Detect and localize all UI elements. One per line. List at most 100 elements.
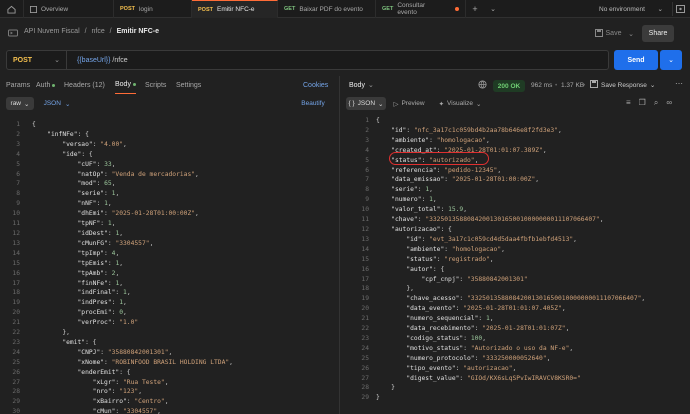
url-bar: POST ⌄ {{baseUrl}} /nfce bbox=[6, 50, 609, 70]
code-token: , bbox=[126, 289, 131, 297]
copy-icon[interactable]: ❐ bbox=[639, 98, 646, 108]
globe-icon[interactable] bbox=[478, 80, 487, 91]
code-token: , bbox=[569, 344, 574, 352]
code-token: : bbox=[100, 348, 108, 356]
save-response-button[interactable]: Save Response ⌄ bbox=[590, 80, 655, 90]
code-line: "data_emissao": "2025-01-28T01:00:00Z", bbox=[376, 175, 645, 185]
code-token: , bbox=[558, 126, 562, 134]
line-number: 11 bbox=[361, 216, 369, 224]
code-line: "xLgr": "Rua Teste", bbox=[32, 378, 233, 388]
chevron-down-icon: ⌄ bbox=[54, 57, 60, 64]
cookies-link[interactable]: Cookies bbox=[303, 76, 328, 94]
breadcrumb-collection[interactable]: API Nuvem Fiscal bbox=[24, 28, 80, 35]
code-line: "status": "registrado", bbox=[376, 255, 645, 265]
code-token: "CNPJ" bbox=[77, 348, 101, 356]
code-token: "2025-01-28T01:00:00Z" bbox=[451, 176, 536, 184]
tab-consultar-evento[interactable]: GET Consultar evento bbox=[376, 0, 466, 18]
tab-label: Emitir NFC-e bbox=[216, 6, 255, 13]
code-line: "xBairro": "Centro", bbox=[32, 397, 233, 407]
code-token: , bbox=[485, 136, 490, 144]
code-token: : bbox=[104, 269, 112, 277]
response-body-viewer[interactable]: 1 2 3 4 5 6 7 8 9 10 11 12 13 14 15 16 17 18 19 20 21 22 23 24 2… bbox=[340, 116, 690, 414]
code-token: "tpNF" bbox=[77, 220, 101, 228]
code-token: , bbox=[546, 354, 551, 362]
request-body-editor[interactable]: 1 2 3 4 5 6 7 8 9 10 11 12 13 14 15 16 17 18 19 20 21 22 23 24 2… bbox=[0, 116, 338, 414]
code-token: , bbox=[157, 408, 161, 414]
code-token: "tpImp" bbox=[77, 249, 105, 257]
code-token: , bbox=[119, 279, 124, 287]
line-number: 14 bbox=[12, 249, 20, 257]
send-button[interactable]: Send bbox=[614, 50, 658, 70]
code-token: , bbox=[535, 176, 540, 184]
url-variable: {{baseUrl}} bbox=[77, 56, 111, 64]
chevron-down-icon: ⌄ bbox=[649, 82, 656, 89]
save-icon bbox=[594, 28, 603, 39]
line-number: 3 bbox=[365, 136, 369, 144]
environment-quick-look-icon[interactable] bbox=[672, 2, 686, 16]
new-tab-icon[interactable]: + bbox=[466, 0, 484, 18]
response-tools: ≡ ❐ ⌕ ∞ bbox=[626, 98, 672, 108]
tab-overview[interactable]: Overview bbox=[24, 0, 114, 18]
visualize-button[interactable]: ✦ Visualize ⌄ bbox=[432, 97, 488, 110]
response-tab-body[interactable]: Body ⌄ bbox=[349, 76, 374, 94]
body-format-select[interactable]: JSON ⌄ bbox=[40, 97, 74, 110]
save-button[interactable]: Save bbox=[590, 26, 626, 41]
home-icon[interactable] bbox=[0, 0, 24, 18]
tab-login[interactable]: POST login bbox=[114, 0, 192, 18]
filter-icon[interactable]: ≡ bbox=[626, 98, 631, 108]
response-format-select[interactable]: { } JSON ⌄ bbox=[346, 97, 386, 110]
tab-headers[interactable]: Headers (12) bbox=[64, 76, 105, 94]
share-button[interactable]: Share bbox=[642, 25, 674, 42]
tab-settings[interactable]: Settings bbox=[176, 76, 201, 94]
method-select[interactable]: POST ⌄ bbox=[7, 51, 67, 69]
code-line: "ambiente": "homologacao", bbox=[376, 136, 645, 146]
body-mode-select[interactable]: raw ⌄ bbox=[6, 97, 34, 110]
response-time[interactable]: 962 ms bbox=[531, 82, 552, 89]
code-token: "motivo_status" bbox=[406, 344, 464, 352]
line-number: 24 bbox=[12, 348, 20, 356]
code-token: 33 bbox=[104, 160, 112, 168]
chevron-down-icon[interactable]: ⌄ bbox=[484, 0, 502, 18]
code-line: "tpEmis": 1, bbox=[32, 259, 233, 269]
tab-body[interactable]: Body bbox=[115, 76, 136, 94]
code-token: "xLgr" bbox=[92, 378, 116, 386]
environment-selector[interactable]: No environment ⌄ bbox=[596, 3, 666, 15]
more-options-icon[interactable]: ⋯ bbox=[675, 79, 683, 88]
code-token: : bbox=[440, 206, 449, 214]
code-token: , bbox=[123, 140, 127, 148]
send-options-chevron-icon[interactable]: ⌄ bbox=[660, 50, 682, 70]
tab-baixar-pdf[interactable]: GET Baixar PDF do evento bbox=[278, 0, 376, 18]
page-title[interactable]: Emitir NFC-e bbox=[117, 28, 159, 35]
code-token: "idDest" bbox=[77, 229, 108, 237]
code-token: "Rua Teste" bbox=[123, 378, 165, 386]
url-input[interactable]: {{baseUrl}} /nfce bbox=[67, 57, 128, 64]
response-size[interactable]: 1.37 KB bbox=[561, 82, 584, 89]
code-token: "332501358808420013016500100000000111070… bbox=[467, 295, 642, 303]
code-token: : bbox=[429, 136, 437, 144]
link-icon[interactable]: ∞ bbox=[666, 98, 672, 108]
code-token: "enderEmit" bbox=[77, 368, 120, 376]
tab-params[interactable]: Params bbox=[6, 76, 30, 94]
preview-button[interactable]: ▷ Preview bbox=[390, 97, 428, 110]
line-number: 12 bbox=[12, 229, 20, 237]
tab-auth[interactable]: Auth bbox=[36, 76, 56, 94]
save-options-chevron-icon[interactable]: ⌄ bbox=[626, 26, 636, 41]
search-icon[interactable]: ⌕ bbox=[654, 98, 658, 108]
beautify-button[interactable]: Beautify bbox=[294, 97, 332, 110]
code-token: , bbox=[599, 216, 604, 224]
code-token: , bbox=[115, 190, 120, 198]
tab-scripts[interactable]: Scripts bbox=[145, 76, 166, 94]
tab-emitir-nfce[interactable]: POST Emitir NFC-e bbox=[192, 0, 278, 18]
breadcrumb-folder[interactable]: nfce bbox=[91, 28, 104, 35]
status-dot bbox=[132, 83, 136, 86]
code-line: }, bbox=[376, 284, 645, 294]
chevron-down-icon: ⌄ bbox=[475, 100, 482, 108]
line-number: 17 bbox=[361, 275, 369, 283]
line-number: 28 bbox=[12, 388, 20, 396]
status-badge[interactable]: 200 OK bbox=[493, 80, 525, 92]
